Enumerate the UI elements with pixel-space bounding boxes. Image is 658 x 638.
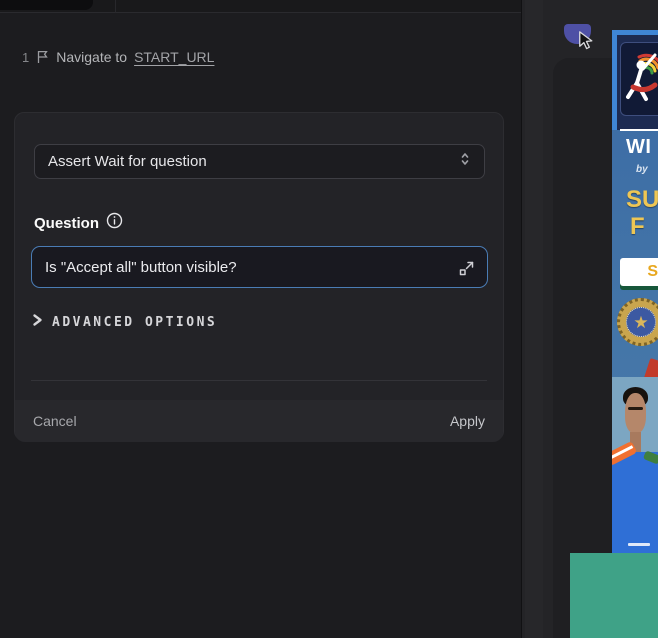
teal-overlay-block <box>570 553 658 638</box>
question-input[interactable] <box>31 246 488 288</box>
site-cta-text: S <box>647 263 658 281</box>
site-byline-text: by <box>636 164 648 175</box>
step-editor-card: Assert Wait for question Question <box>14 112 504 441</box>
player-brow <box>628 407 643 410</box>
player-jersey <box>612 452 658 553</box>
site-heading-text: WI <box>626 136 651 159</box>
site-hero-edge-top <box>612 30 658 35</box>
card-footer: Cancel Apply <box>15 400 503 442</box>
step-action-label: Navigate to <box>56 49 127 65</box>
star-icon: ★ <box>633 314 648 331</box>
select-chevron-icon <box>458 151 472 172</box>
card-divider <box>31 380 487 381</box>
site-promo-line2: F <box>630 213 658 240</box>
site-promo-text: SU F <box>626 186 658 240</box>
apply-button[interactable]: Apply <box>450 413 485 429</box>
question-label: Question <box>34 215 99 232</box>
assertion-type-value: Assert Wait for question <box>48 153 458 170</box>
cricket-logo <box>620 42 658 116</box>
chevron-right-icon <box>32 313 43 332</box>
advanced-options-label: ADVANCED OPTIONS <box>52 315 217 330</box>
flag-icon <box>36 50 49 64</box>
mouse-cursor-icon <box>574 29 597 52</box>
site-divider <box>620 129 658 131</box>
step-target-link[interactable]: START_URL <box>134 49 214 65</box>
player-photo <box>612 377 658 553</box>
top-bar-divider <box>115 0 116 13</box>
info-icon[interactable] <box>106 212 123 234</box>
preview-panel-strip <box>525 0 543 638</box>
site-cta-button[interactable]: S <box>620 258 658 286</box>
photo-caption-mark <box>628 543 650 546</box>
app-window: 1 Navigate to START_URL Assert Wait for … <box>0 0 658 638</box>
site-promo-line1: SU <box>626 186 658 213</box>
site-hero-section <box>612 30 658 130</box>
bcci-emblem: ★ <box>617 298 658 346</box>
webpage-preview[interactable]: WI by SU F S ★ <box>612 30 658 553</box>
cancel-button[interactable]: Cancel <box>33 413 77 429</box>
advanced-options-toggle[interactable]: ADVANCED OPTIONS <box>32 313 217 332</box>
step-number: 1 <box>22 50 29 65</box>
assertion-type-select[interactable]: Assert Wait for question <box>34 144 485 179</box>
top-bar-tab <box>0 0 93 10</box>
step-row-navigate[interactable]: 1 Navigate to START_URL <box>22 49 214 65</box>
player-face <box>625 393 646 433</box>
site-hero-edge-left <box>612 30 617 130</box>
expand-input-button[interactable] <box>455 258 477 278</box>
bcci-emblem-inner: ★ <box>626 307 656 337</box>
question-label-row: Question <box>34 212 123 234</box>
